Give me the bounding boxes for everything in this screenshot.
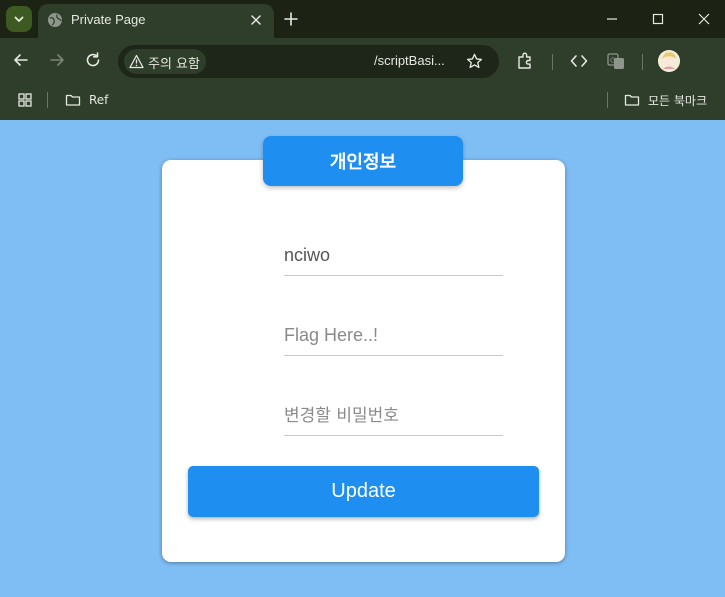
update-button[interactable]: Update [188, 466, 539, 517]
browser-toolbar: 주의 요함 /scriptBasi... G [0, 38, 725, 84]
apps-grid-icon[interactable] [17, 92, 33, 108]
toolbar-separator [642, 54, 643, 70]
profile-avatar-icon [658, 50, 680, 72]
chevron-down-icon [14, 16, 24, 22]
tab-title: Private Page [71, 12, 146, 27]
tab-search-button[interactable] [6, 6, 32, 32]
extensions-icon[interactable] [515, 51, 535, 71]
bookmarks-separator [607, 92, 608, 108]
close-tab-icon[interactable] [248, 12, 264, 28]
url-text[interactable]: /scriptBasi... [374, 53, 445, 68]
star-icon[interactable] [465, 52, 484, 71]
back-icon[interactable] [11, 50, 31, 70]
warning-icon [129, 54, 144, 69]
folder-icon [624, 94, 640, 106]
new-password-field[interactable] [284, 396, 503, 436]
page-title: 개인정보 [329, 152, 397, 173]
toolbar-separator [552, 54, 553, 70]
username-field[interactable] [284, 236, 503, 276]
card-header: 개인정보 [263, 136, 463, 186]
bookmarks-separator [47, 92, 48, 108]
maximize-icon[interactable] [648, 9, 668, 29]
security-chip[interactable]: 주의 요함 [124, 49, 206, 74]
bookmark-folder-ref[interactable]: Ref [65, 90, 108, 110]
flag-field[interactable] [284, 316, 503, 356]
close-window-icon[interactable] [694, 9, 714, 29]
globe-icon [48, 13, 63, 27]
new-tab-icon[interactable] [282, 10, 300, 28]
forward-icon[interactable] [47, 50, 67, 70]
translate-icon[interactable]: G [606, 51, 626, 71]
bookmark-label: Ref [89, 93, 109, 107]
tab-strip: Private Page [0, 0, 725, 38]
browser-chrome: Private Page 주의 요함 /scriptBasi... G Ref … [0, 0, 725, 120]
svg-text:G: G [610, 57, 615, 65]
reload-icon[interactable] [83, 50, 103, 70]
address-bar[interactable]: 주의 요함 /scriptBasi... [118, 45, 499, 78]
avatar[interactable] [658, 50, 680, 72]
minimize-icon[interactable] [602, 9, 622, 29]
code-icon[interactable] [569, 51, 589, 71]
bookmarks-bar: Ref 모든 북마크 [0, 84, 725, 120]
security-label: 주의 요함 [148, 57, 200, 72]
folder-icon [65, 94, 81, 106]
tab-private-page[interactable]: Private Page [38, 4, 274, 38]
all-bookmarks-button[interactable]: 모든 북마크 [624, 90, 707, 110]
all-bookmarks-label: 모든 북마크 [648, 93, 708, 108]
